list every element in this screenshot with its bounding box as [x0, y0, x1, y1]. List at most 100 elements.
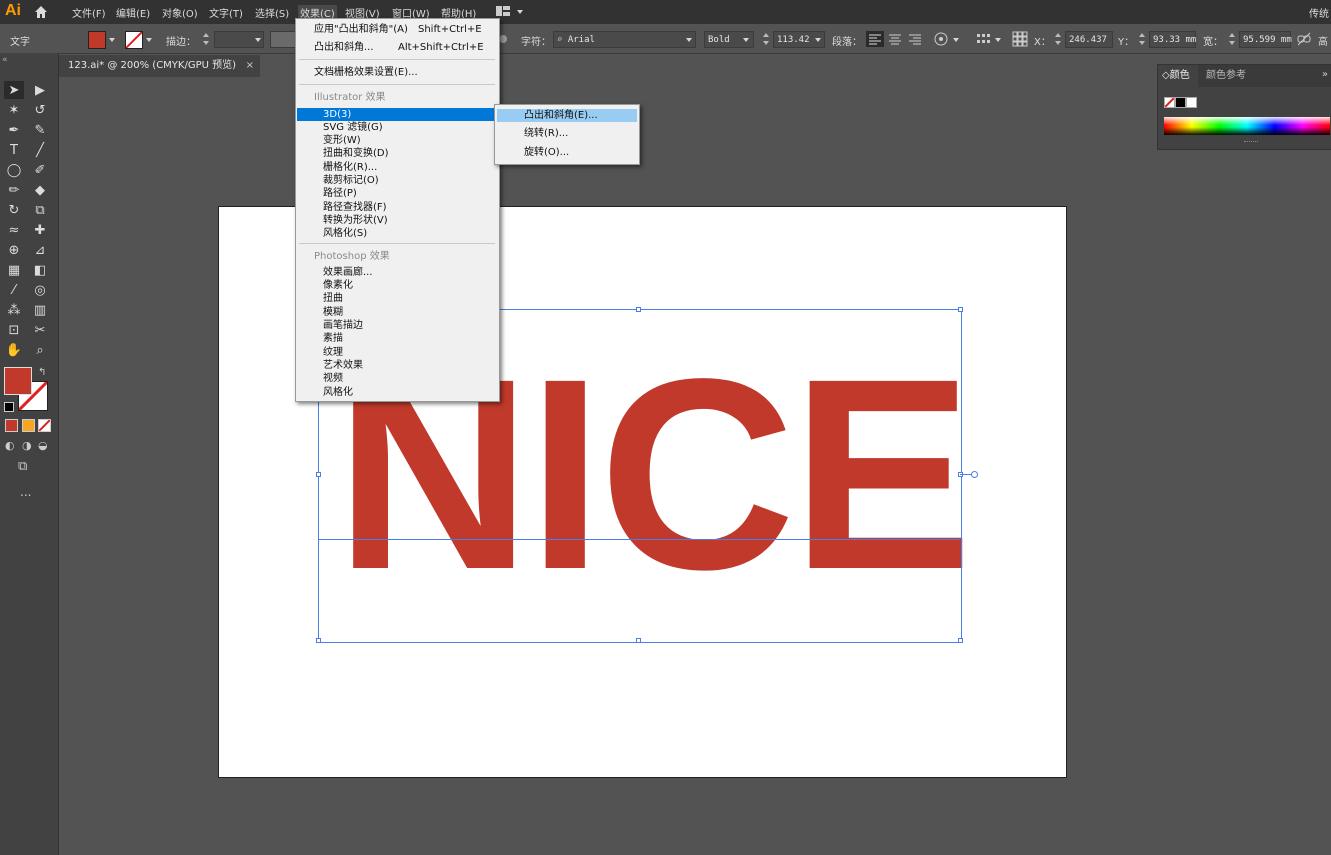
align-objects-icon[interactable]: [976, 32, 992, 46]
warp-tool-icon[interactable]: ≈: [4, 221, 24, 239]
scale-tool-icon[interactable]: ⧉: [30, 201, 50, 219]
menu-item-effect-gallery[interactable]: 效果画廊...: [323, 266, 373, 279]
gradient-mode-icon[interactable]: [22, 419, 35, 432]
paragraph-label[interactable]: 段落：: [832, 33, 862, 48]
line-tool-icon[interactable]: ╱: [30, 141, 50, 159]
w-field[interactable]: 95.599 mm: [1239, 31, 1292, 48]
resize-handle-b[interactable]: [636, 638, 641, 643]
menu-item-raster-settings[interactable]: 文档栅格效果设置(E)...: [314, 66, 418, 79]
menu-item-convert-to-shape[interactable]: 转换为形状(V): [323, 214, 388, 227]
reference-point-icon[interactable]: [1012, 31, 1028, 47]
h-label-icon[interactable]: 高: [1318, 33, 1328, 48]
menu-item-video[interactable]: 视频: [323, 372, 343, 385]
artboard-tool-icon[interactable]: ⊡: [4, 321, 24, 339]
ellipse-tool-icon[interactable]: ◯: [4, 161, 24, 179]
mesh-tool-icon[interactable]: ▦: [4, 261, 24, 279]
pen-tool-icon[interactable]: ✒: [4, 121, 24, 139]
black-swatch[interactable]: [1175, 97, 1186, 108]
draw-normal-icon[interactable]: ◐: [5, 439, 15, 452]
tab-color-guide[interactable]: 颜色参考: [1206, 65, 1246, 87]
eraser-tool-icon[interactable]: ◆: [30, 181, 50, 199]
default-colors-icon[interactable]: [4, 402, 14, 412]
menu-item-extrude-bevel[interactable]: 凸出和斜角... Alt+Shift+Ctrl+E: [314, 41, 494, 54]
chevron-down-icon[interactable]: [146, 38, 152, 42]
stroke-stepper[interactable]: [203, 32, 210, 46]
workspace-layout-icon[interactable]: [496, 6, 510, 16]
perspective-grid-tool-icon[interactable]: ⊿: [30, 241, 50, 259]
menu-item-artistic[interactable]: 艺术效果: [323, 359, 363, 372]
menu-item-path[interactable]: 路径(P): [323, 187, 357, 200]
menu-item-rasterize[interactable]: 栅格化(R)...: [323, 161, 377, 174]
home-icon[interactable]: [34, 5, 48, 19]
shaper-tool-icon[interactable]: ✏: [4, 181, 24, 199]
resize-handle-br[interactable]: [958, 638, 963, 643]
opacity-field[interactable]: [270, 31, 296, 48]
text-out-port-handle[interactable]: [971, 471, 978, 478]
menu-type[interactable]: 文字(T): [209, 5, 243, 20]
x-field[interactable]: 246.437: [1065, 31, 1113, 48]
x-label[interactable]: X：: [1034, 33, 1051, 48]
resize-handle-l[interactable]: [316, 472, 321, 477]
chevron-down-icon[interactable]: [686, 38, 692, 42]
menu-item-crop-marks[interactable]: 裁剪标记(O): [323, 174, 379, 187]
workspace-label[interactable]: 传统: [1309, 5, 1329, 20]
document-tab[interactable]: 123.ai* @ 200% (CMYK/GPU 预览) ×: [58, 55, 260, 77]
draw-inside-icon[interactable]: ◒: [38, 439, 48, 452]
align-center-icon[interactable]: [886, 31, 904, 47]
chevron-down-icon[interactable]: [953, 38, 959, 42]
menu-item-warp[interactable]: 变形(W): [323, 134, 361, 147]
menu-item-texture[interactable]: 纹理: [323, 346, 343, 359]
recolor-artwork-icon[interactable]: [933, 31, 949, 47]
lasso-tool-icon[interactable]: ↺: [30, 101, 50, 119]
fill-swatch[interactable]: [88, 31, 106, 49]
chevron-down-icon[interactable]: [109, 38, 115, 42]
resize-handle-t[interactable]: [636, 307, 641, 312]
column-graph-tool-icon[interactable]: ▥: [30, 301, 50, 319]
w-label[interactable]: 宽：: [1203, 33, 1223, 48]
white-swatch[interactable]: [1186, 97, 1197, 108]
panel-collapse-icon[interactable]: «: [2, 55, 8, 65]
edit-toolbar-icon[interactable]: ...: [20, 485, 31, 499]
none-color-swatch[interactable]: [1164, 97, 1175, 108]
menu-item-sketch[interactable]: 素描: [323, 332, 343, 345]
menu-select[interactable]: 选择(S): [255, 5, 289, 20]
puppet-warp-tool-icon[interactable]: ✚: [30, 221, 50, 239]
panel-menu-icon[interactable]: »: [1322, 69, 1328, 80]
symbol-sprayer-tool-icon[interactable]: ⁂: [4, 301, 24, 319]
eyedropper-tool-icon[interactable]: ⁄: [4, 281, 24, 299]
fill-color-box[interactable]: [4, 367, 32, 395]
panel-resize-grip[interactable]: [1244, 141, 1258, 144]
menu-item-apply-extrude[interactable]: 应用"凸出和斜角"(A) Shift+Ctrl+E: [314, 23, 494, 36]
direct-selection-tool-icon[interactable]: ▶: [30, 81, 50, 99]
menu-item-pixelate[interactable]: 像素化: [323, 279, 353, 292]
resize-handle-tr[interactable]: [958, 307, 963, 312]
align-left-icon[interactable]: [866, 31, 884, 47]
y-field[interactable]: 93.33 mm: [1149, 31, 1196, 48]
menu-object[interactable]: 对象(O): [162, 5, 198, 20]
slice-tool-icon[interactable]: ✂: [30, 321, 50, 339]
menu-item-rotate[interactable]: 旋转(O)...: [524, 146, 569, 159]
x-stepper[interactable]: [1055, 32, 1062, 46]
menu-edit[interactable]: 编辑(E): [116, 5, 150, 20]
selection-tool-icon[interactable]: ➤: [4, 81, 24, 99]
zoom-tool-icon[interactable]: ⌕: [30, 341, 50, 359]
menu-item-stylize-ps[interactable]: 风格化: [323, 386, 353, 399]
shape-builder-tool-icon[interactable]: ⊕: [4, 241, 24, 259]
gradient-tool-icon[interactable]: ◧: [30, 261, 50, 279]
menu-item-distort[interactable]: 扭曲: [323, 292, 343, 305]
constrain-proportions-icon[interactable]: [1297, 32, 1311, 46]
stroke-swatch[interactable]: [125, 31, 143, 49]
y-stepper[interactable]: [1139, 32, 1146, 46]
menu-item-brush-strokes[interactable]: 画笔描边: [323, 319, 363, 332]
none-mode-icon[interactable]: [38, 419, 51, 432]
menu-item-revolve[interactable]: 绕转(R)...: [524, 127, 568, 140]
char-label[interactable]: 字符：: [521, 33, 551, 48]
paintbrush-tool-icon[interactable]: ✐: [30, 161, 50, 179]
tab-color[interactable]: ◇颜色: [1158, 65, 1198, 87]
curvature-tool-icon[interactable]: ✎: [30, 121, 50, 139]
align-right-icon[interactable]: [906, 31, 924, 47]
menu-item-extrude-bevel-3d[interactable]: 凸出和斜角(E)...: [497, 109, 637, 122]
menu-item-distort-transform[interactable]: 扭曲和变换(D): [323, 147, 389, 160]
close-icon[interactable]: ×: [246, 55, 254, 77]
hand-tool-icon[interactable]: ✋: [4, 341, 24, 359]
